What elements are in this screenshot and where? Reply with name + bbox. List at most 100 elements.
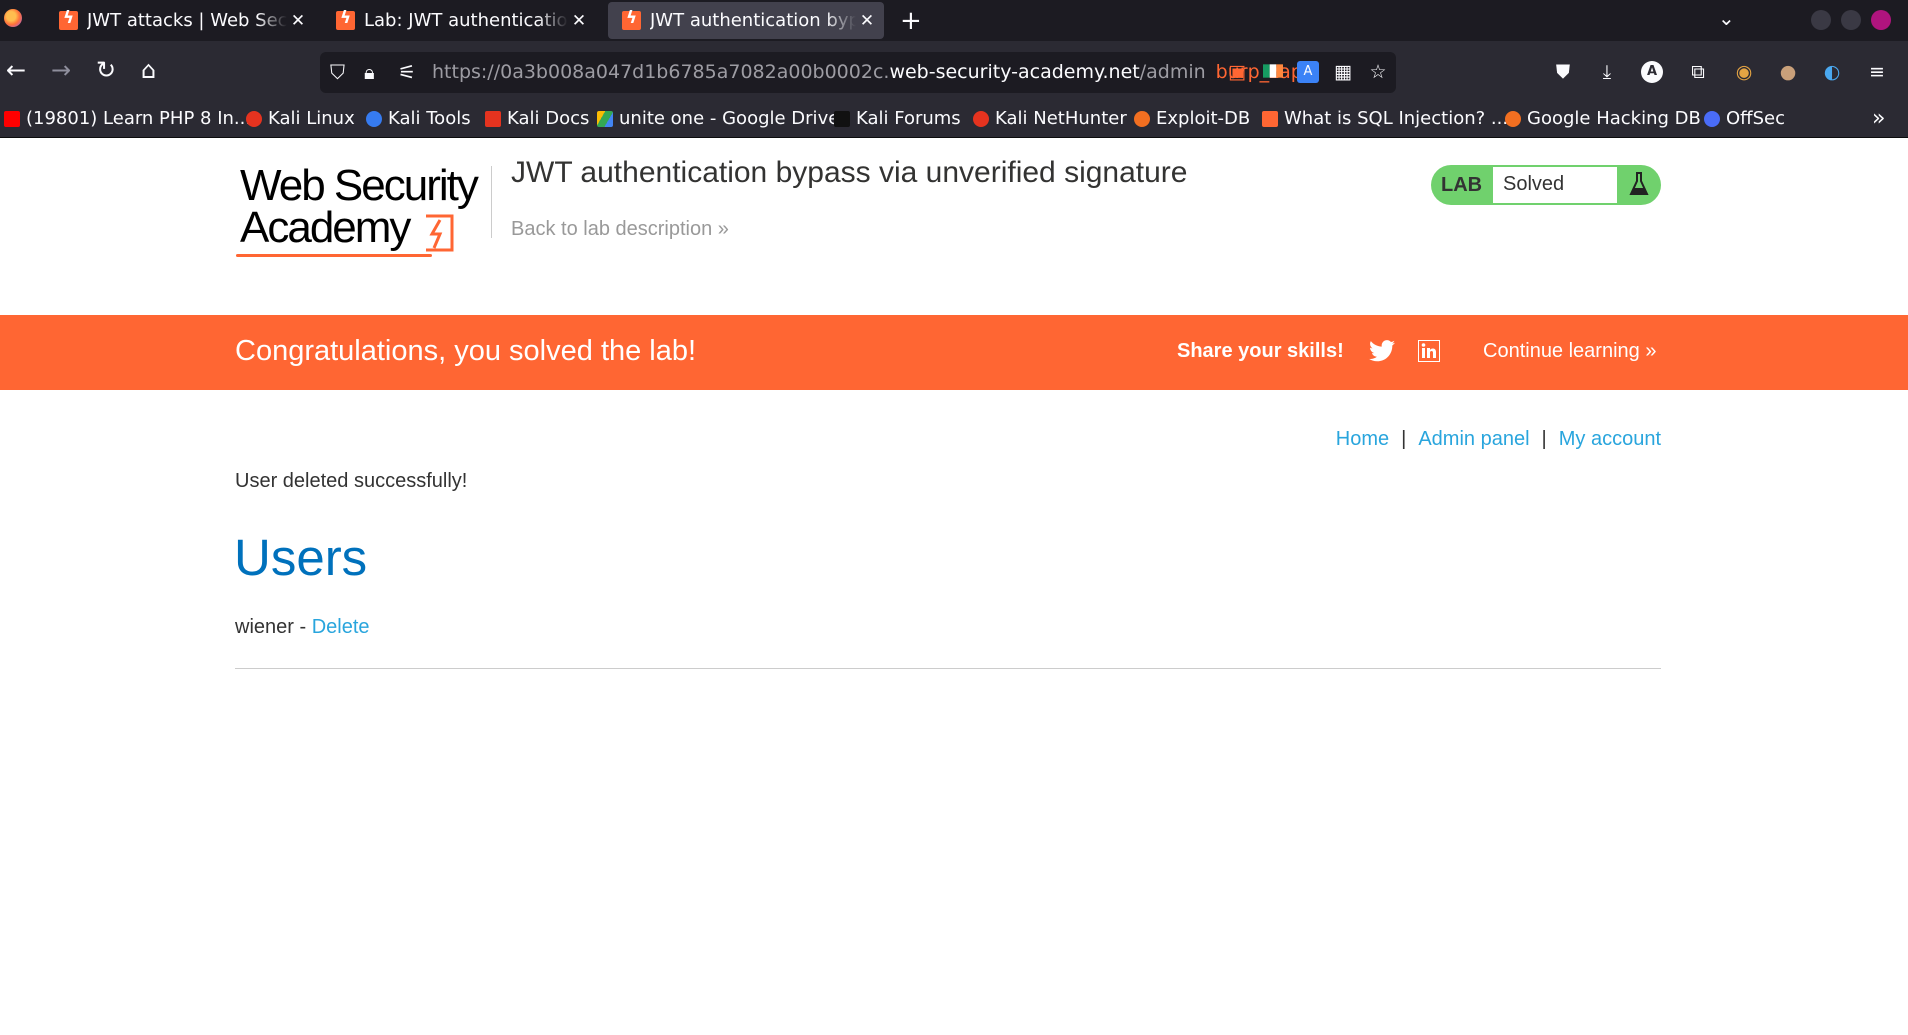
home-icon[interactable]: ⌂ [141,55,156,85]
window-close-button[interactable] [1871,10,1891,30]
bookmark-item[interactable]: Kali NetHunter [973,108,1127,129]
permissions-icon[interactable]: ⚟ [398,60,416,84]
bookmark-label: What is SQL Injection? ... [1284,108,1509,129]
url-prefix: https://0a3b008a047d1b6785a7082a00b0002c… [432,61,890,83]
nav-my-account-link[interactable]: My account [1559,428,1661,450]
bookmark-item[interactable]: unite one - Google Drive [597,108,839,129]
cookie-extension-icon[interactable]: ● [1777,61,1799,83]
delete-user-link[interactable]: Delete [312,616,370,638]
bookmark-label: Kali Forums [856,108,961,129]
window-maximize-button[interactable] [1841,10,1861,30]
status-value: Solved [1503,173,1565,195]
close-tab-icon[interactable]: ✕ [568,11,590,31]
nav-separator: | [1541,428,1547,450]
nav-admin-panel-link[interactable]: Admin panel [1418,428,1529,450]
nav-home-link[interactable]: Home [1336,428,1389,450]
chevron-double-right-icon[interactable]: » [1872,106,1885,131]
window-minimize-button[interactable] [1811,10,1831,30]
url-domain: web-security-academy.net [889,61,1140,83]
nav-separator: | [1401,428,1407,450]
kali-forums-icon [834,110,850,127]
bookmark-item[interactable]: Kali Forums [834,108,961,129]
flask-icon [1629,172,1649,195]
close-tab-icon[interactable]: ✕ [287,11,309,31]
lightning-icon [426,214,454,252]
qr-code-icon[interactable]: ▦ [1332,61,1354,83]
extension-badge-icon[interactable]: ◉ [1733,61,1755,83]
kali-icon [246,110,262,127]
header-divider [491,166,492,238]
logo-underline [236,254,432,257]
solved-banner: Congratulations, you solved the lab! Sha… [0,315,1908,390]
back-to-lab-link[interactable]: Back to lab description » [511,218,729,241]
account-avatar-icon[interactable]: A [1641,61,1663,83]
downloads-icon[interactable]: ⤓ [1596,61,1618,83]
chevron-down-icon[interactable]: ⌄ [1718,6,1735,30]
content-divider [235,668,1661,669]
url-text[interactable]: https://0a3b008a047d1b6785a7082a00b0002c… [432,61,1303,83]
bookmark-item[interactable]: OffSec [1704,108,1785,129]
bookmark-item[interactable]: Kali Tools [366,108,471,129]
logo-line-2: Academy [240,203,411,252]
reload-icon[interactable]: ↻ [96,55,116,85]
ireland-flag-icon[interactable] [1262,61,1284,83]
bookmarks-bar: (19801) Learn PHP 8 In... Kali Linux Kal… [0,104,1908,138]
share-skills-label: Share your skills! [1177,340,1344,362]
tab-lab-description[interactable]: Lab: JWT authentication bypass via unver… [322,2,596,39]
continue-learning-label: Continue learning [1483,340,1640,362]
top-navigation: Home | Admin panel | My account [1336,428,1661,451]
ghdb-icon [1505,110,1521,127]
bookmark-star-icon[interactable]: ☆ [1367,61,1389,83]
bookmark-label: Kali NetHunter [995,108,1127,129]
kali-docs-icon [485,110,501,127]
youtube-icon [4,110,20,127]
linkedin-icon[interactable] [1418,340,1440,362]
back-arrow-icon[interactable]: ← [6,55,26,85]
extension-blue-icon[interactable]: ◐ [1821,61,1843,83]
container-briefcase-icon[interactable]: ▣ [1226,61,1248,83]
firefox-icon[interactable] [4,9,22,27]
bookmark-item[interactable]: Kali Linux [246,108,355,129]
tab-jwt-attacks[interactable]: JWT attacks | Web Security Academy ✕ [45,2,315,39]
tab-lab-active[interactable]: JWT authentication bypass via unverified… [608,2,884,39]
lab-status-badge: LAB Solved [1431,165,1661,205]
kali-nethunter-icon [973,110,989,127]
users-heading: Users [234,529,368,586]
tab-bar: JWT attacks | Web Security Academy ✕ Lab… [0,0,1908,41]
continue-learning-link[interactable]: Continue learning » [1483,340,1656,363]
bookmark-label: Google Hacking DB [1527,108,1701,129]
bookmark-label: unite one - Google Drive [619,108,840,129]
tab-title: JWT attacks | Web Security Academy [87,10,287,31]
chevron-double-right-icon: » [1645,340,1657,362]
forward-arrow-icon[interactable]: → [51,55,71,85]
pocket-icon[interactable]: ⛊ [1552,61,1574,83]
translate-icon[interactable]: A [1297,61,1319,83]
web-security-academy-logo[interactable]: Web Security Academy [236,164,486,260]
menu-hamburger-icon[interactable]: ≡ [1866,61,1888,83]
username: wiener [235,616,294,638]
new-tab-icon[interactable]: + [900,6,922,36]
bookmark-item[interactable]: Kali Docs [485,108,589,129]
google-drive-icon [597,110,613,127]
url-bar[interactable]: ⛉ 🔒︎ ⚟ https://0a3b008a047d1b6785a7082a0… [320,52,1396,93]
url-path: /admin [1139,61,1206,83]
user-row-separator: - [293,616,312,638]
status-message: User deleted successfully! [235,470,468,492]
page-content: Web Security Academy JWT authentication … [0,138,1908,1035]
shield-icon[interactable]: ⛉ [330,60,345,84]
twitter-icon[interactable] [1369,339,1395,363]
lock-icon[interactable]: 🔒︎ [364,60,375,84]
bookmark-label: (19801) Learn PHP 8 In... [26,108,252,129]
portswigger-favicon-icon [59,8,78,30]
bookmark-item[interactable]: Google Hacking DB [1505,108,1701,129]
bookmark-item[interactable]: (19801) Learn PHP 8 In... [4,108,251,129]
tab-title: Lab: JWT authentication bypass via unver… [364,10,568,31]
extensions-puzzle-icon[interactable]: ⧉ [1687,61,1709,83]
bookmark-item[interactable]: Exploit-DB [1134,108,1250,129]
user-row: wiener - Delete [235,616,370,639]
bookmark-label: Kali Docs [507,108,590,129]
close-tab-icon[interactable]: ✕ [856,11,878,31]
exploit-db-icon [1134,110,1150,127]
bookmark-label: Exploit-DB [1156,108,1251,129]
bookmark-item[interactable]: What is SQL Injection? ... [1262,108,1508,129]
